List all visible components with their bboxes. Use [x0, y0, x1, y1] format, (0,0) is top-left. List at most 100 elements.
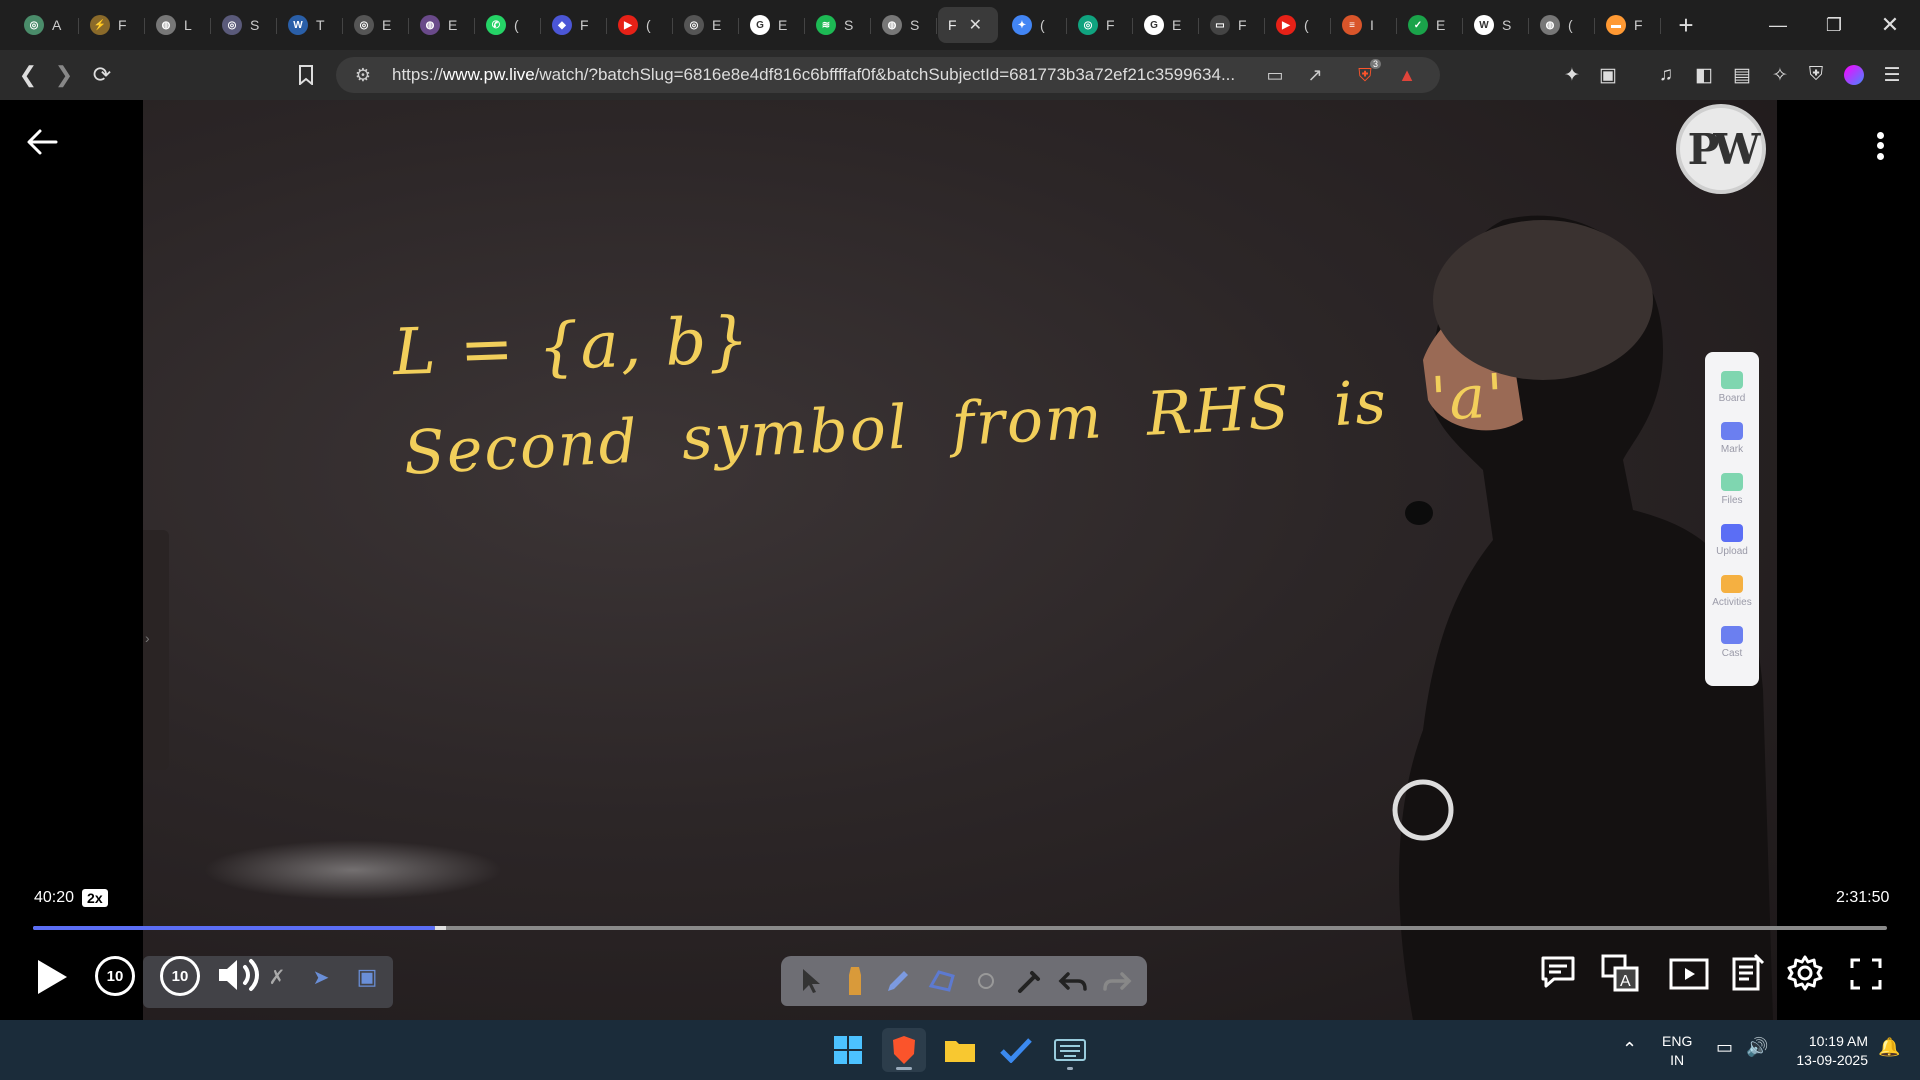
browser-tab[interactable]: ◎ E: [344, 7, 409, 43]
highlighter-icon[interactable]: [837, 963, 873, 999]
side-panel-item-upload[interactable]: Upload: [1707, 515, 1757, 566]
speaker-icon[interactable]: 🔊: [1746, 1038, 1768, 1057]
pencil-icon[interactable]: [880, 963, 916, 999]
close-window-icon[interactable]: ✕: [1862, 0, 1918, 50]
side-panel-item-activities[interactable]: Activities: [1707, 566, 1757, 617]
browser-tab[interactable]: WS: [1464, 7, 1529, 43]
side-panel-item-mark[interactable]: Mark: [1707, 413, 1757, 464]
video-frame[interactable]: L = {a, b} Second symbol from RHS is 'a': [143, 100, 1777, 1020]
browser-tab[interactable]: ◍(: [1530, 7, 1595, 43]
taskbar-brave[interactable]: [882, 1028, 926, 1072]
browser-tab[interactable]: ▬ F: [1596, 7, 1661, 43]
show-hidden-icons[interactable]: ⌃: [1622, 1040, 1637, 1059]
share-icon[interactable]: ↗: [1300, 60, 1330, 90]
browser-tab[interactable]: ◍ E: [410, 7, 475, 43]
browser-tab[interactable]: GE: [1134, 7, 1199, 43]
reader-icon[interactable]: ▣: [1592, 59, 1624, 91]
browser-tab[interactable]: ◎ E: [674, 7, 739, 43]
start-button[interactable]: [826, 1028, 870, 1072]
browser-tab[interactable]: ◎ A: [14, 7, 79, 43]
restore-icon[interactable]: ❐: [1806, 0, 1862, 50]
sidebar-icon[interactable]: ◧: [1688, 59, 1720, 91]
playback-speed-button[interactable]: 2x: [82, 889, 108, 907]
network-icon[interactable]: ▭: [1716, 1038, 1733, 1057]
site-settings-icon[interactable]: ⚙: [348, 60, 378, 90]
reload-button[interactable]: ⟳: [84, 57, 120, 93]
close-tab-icon[interactable]: ✕: [969, 15, 982, 35]
bookmark-icon[interactable]: [288, 57, 324, 93]
browser-tab[interactable]: GE: [740, 7, 805, 43]
redo-icon[interactable]: [1099, 963, 1135, 999]
chat-button[interactable]: [1538, 952, 1578, 992]
browser-tab[interactable]: ▭ F: [1200, 7, 1265, 43]
translate-button[interactable]: A: [1594, 952, 1644, 996]
cast-icon[interactable]: ▭: [1260, 60, 1290, 90]
fullscreen-button[interactable]: [1846, 954, 1886, 994]
laser-pen-icon[interactable]: [1012, 963, 1048, 999]
back-button[interactable]: ❮: [10, 57, 46, 93]
side-panel-item-files[interactable]: Files: [1707, 464, 1757, 515]
tab-title: (: [514, 17, 519, 33]
brave-rewards-icon[interactable]: ▲: [1392, 60, 1422, 90]
undo-icon[interactable]: [1055, 963, 1091, 999]
browser-tab[interactable]: ◎ S: [212, 7, 277, 43]
skip-back-button[interactable]: 10: [95, 956, 135, 996]
shape-tool-icon[interactable]: [924, 963, 960, 999]
new-tab-button[interactable]: +: [1668, 7, 1704, 43]
url-text[interactable]: https://www.pw.live/watch/?batchSlug=681…: [392, 65, 1272, 85]
wallet-icon[interactable]: ▤: [1726, 59, 1758, 91]
address-bar[interactable]: ⚙ https://www.pw.live/watch/?batchSlug=6…: [336, 57, 1440, 93]
vpn-icon[interactable]: ⛨: [1800, 59, 1832, 91]
skip-forward-button[interactable]: 10: [160, 956, 200, 996]
pointer-tool-icon[interactable]: ➤: [306, 962, 336, 992]
player-back-button[interactable]: [22, 122, 62, 162]
browser-tab[interactable]: ◍ S: [872, 7, 937, 43]
image-tool-icon[interactable]: ▣: [350, 960, 384, 994]
clock[interactable]: 10:19 AM 13-09-2025: [1782, 1032, 1868, 1070]
mark-icon: [1721, 422, 1743, 440]
volume-button[interactable]: [214, 952, 264, 998]
extensions-icon[interactable]: ✦: [1556, 59, 1588, 91]
pen-tool-icon[interactable]: ✗: [262, 962, 292, 992]
seek-bar[interactable]: [33, 926, 1887, 930]
notes-button[interactable]: [1728, 952, 1768, 994]
forward-button[interactable]: ❯: [46, 57, 82, 93]
browser-tab[interactable]: ◆ F: [542, 7, 607, 43]
eraser-icon[interactable]: [968, 963, 1004, 999]
browser-tab[interactable]: ✆(: [476, 7, 541, 43]
taskbar-todo[interactable]: [994, 1028, 1038, 1072]
keyboard-icon: [1054, 1039, 1086, 1061]
notification-bell-icon[interactable]: 🔔: [1878, 1038, 1900, 1057]
browser-tab[interactable]: ⚡ F: [80, 7, 145, 43]
browser-tab[interactable]: ▶(: [1266, 7, 1331, 43]
settings-button[interactable]: [1784, 952, 1826, 994]
select-cursor-icon[interactable]: [793, 963, 829, 999]
browser-tab[interactable]: ≡ I: [1332, 7, 1397, 43]
browser-tab[interactable]: F ✕: [938, 7, 998, 43]
tab-title: (: [646, 17, 651, 33]
menu-icon[interactable]: ☰: [1876, 59, 1908, 91]
tab-favicon-icon: ▬: [1606, 15, 1626, 35]
browser-tab[interactable]: ◎ F: [1068, 7, 1133, 43]
side-drawer-handle[interactable]: ›: [143, 530, 169, 770]
browser-tab[interactable]: ✓ E: [1398, 7, 1463, 43]
leo-ai-icon[interactable]: ✧: [1764, 59, 1796, 91]
browser-tab[interactable]: ◍ L: [146, 7, 211, 43]
browser-tab[interactable]: ✦(: [1002, 7, 1067, 43]
tab-title: (: [1304, 17, 1309, 33]
taskbar-file-explorer[interactable]: [938, 1028, 982, 1072]
picture-in-picture-button[interactable]: [1668, 954, 1710, 994]
browser-tab[interactable]: ≋ S: [806, 7, 871, 43]
side-panel-item-cast[interactable]: Cast: [1707, 617, 1757, 668]
media-icon[interactable]: ♫: [1650, 59, 1682, 91]
taskbar-touch-keyboard[interactable]: [1048, 1028, 1092, 1072]
profile-icon[interactable]: [1838, 59, 1870, 91]
side-panel-item-board[interactable]: Board: [1707, 362, 1757, 413]
browser-tab[interactable]: ▶(: [608, 7, 673, 43]
minimize-icon[interactable]: —: [1750, 0, 1806, 50]
browser-tab[interactable]: WT: [278, 7, 343, 43]
more-options-button[interactable]: [1862, 124, 1898, 168]
language-indicator[interactable]: ENG IN: [1662, 1032, 1692, 1070]
video-player[interactable]: L = {a, b} Second symbol from RHS is 'a'…: [0, 100, 1920, 1020]
play-button[interactable]: [32, 955, 72, 999]
